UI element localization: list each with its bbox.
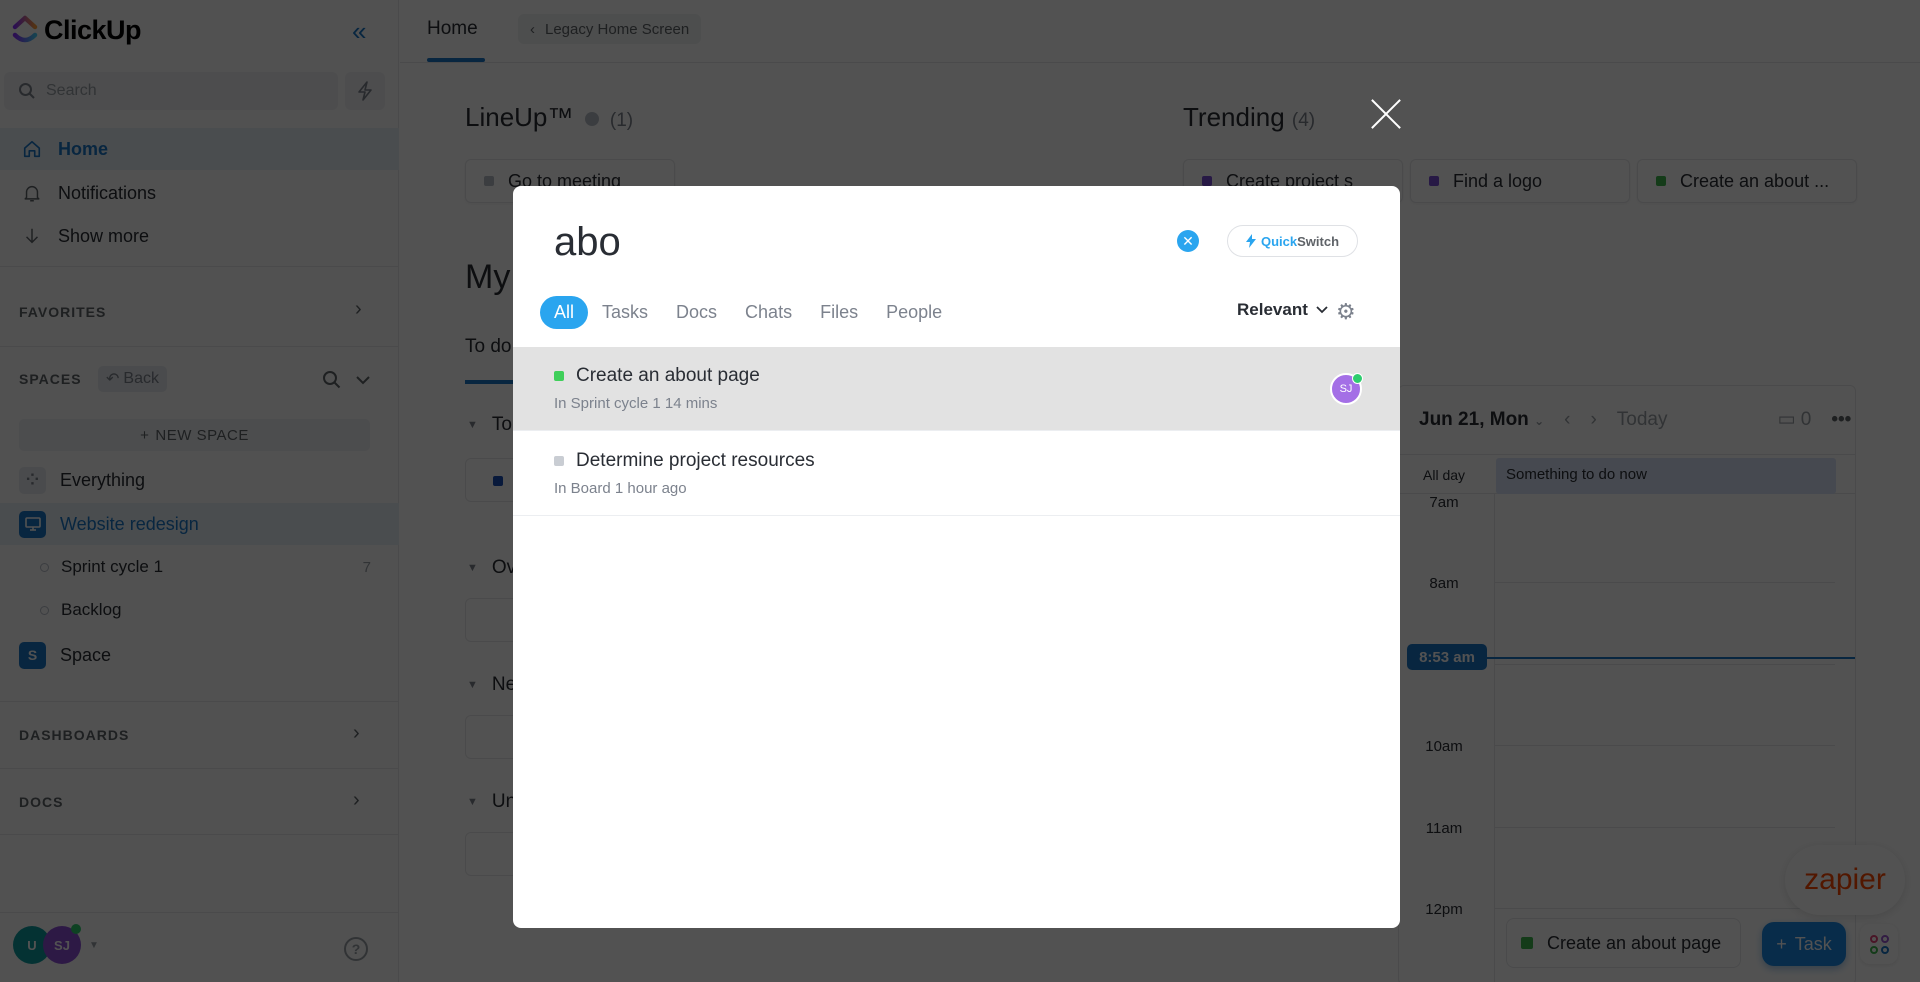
gear-icon[interactable]: ⚙	[1336, 299, 1356, 325]
close-modal-icon[interactable]	[1370, 98, 1402, 130]
result-title-text: Create an about page	[576, 365, 760, 386]
search-result[interactable]: Determine project resources In Board 1 h…	[513, 432, 1400, 516]
clear-search-icon[interactable]: ✕	[1177, 230, 1199, 252]
lightning-icon	[1245, 234, 1256, 248]
search-filter-tabs: All Tasks Docs Chats Files People	[540, 296, 956, 329]
filter-tab-docs[interactable]: Docs	[662, 296, 731, 329]
sort-label: Relevant	[1237, 300, 1308, 319]
online-indicator	[1352, 373, 1363, 384]
chevron-down-icon	[1316, 306, 1328, 314]
search-query-input[interactable]	[554, 220, 1054, 265]
filter-tab-tasks[interactable]: Tasks	[588, 296, 662, 329]
quickswitch-label-a: Quick	[1260, 233, 1298, 249]
sort-dropdown[interactable]: Relevant	[1237, 300, 1328, 320]
quickswitch-label-b: Switch	[1297, 233, 1340, 249]
filter-tab-files[interactable]: Files	[806, 296, 872, 329]
filter-tab-chats[interactable]: Chats	[731, 296, 806, 329]
result-meta: In Sprint cycle 1 14 mins	[554, 395, 718, 412]
status-square-icon	[554, 371, 564, 381]
app-root: ClickUp « Search Home Notifications Show…	[0, 0, 1920, 982]
assignee-avatar: SJ	[1330, 373, 1363, 405]
filter-tab-all[interactable]: All	[540, 296, 589, 329]
quickswitch-button[interactable]: QuickSwitch	[1227, 225, 1358, 257]
search-result[interactable]: Create an about page In Sprint cycle 1 1…	[513, 347, 1400, 431]
filter-tab-people[interactable]: People	[872, 296, 956, 329]
status-square-icon	[554, 456, 564, 466]
result-title-text: Determine project resources	[576, 450, 815, 471]
avatar-initials: SJ	[1339, 383, 1353, 395]
result-title: Create an about page	[554, 365, 760, 387]
result-title: Determine project resources	[554, 450, 815, 472]
result-meta: In Board 1 hour ago	[554, 480, 687, 497]
search-modal: ✕ QuickSwitch All Tasks Docs Chats Files…	[513, 186, 1400, 928]
